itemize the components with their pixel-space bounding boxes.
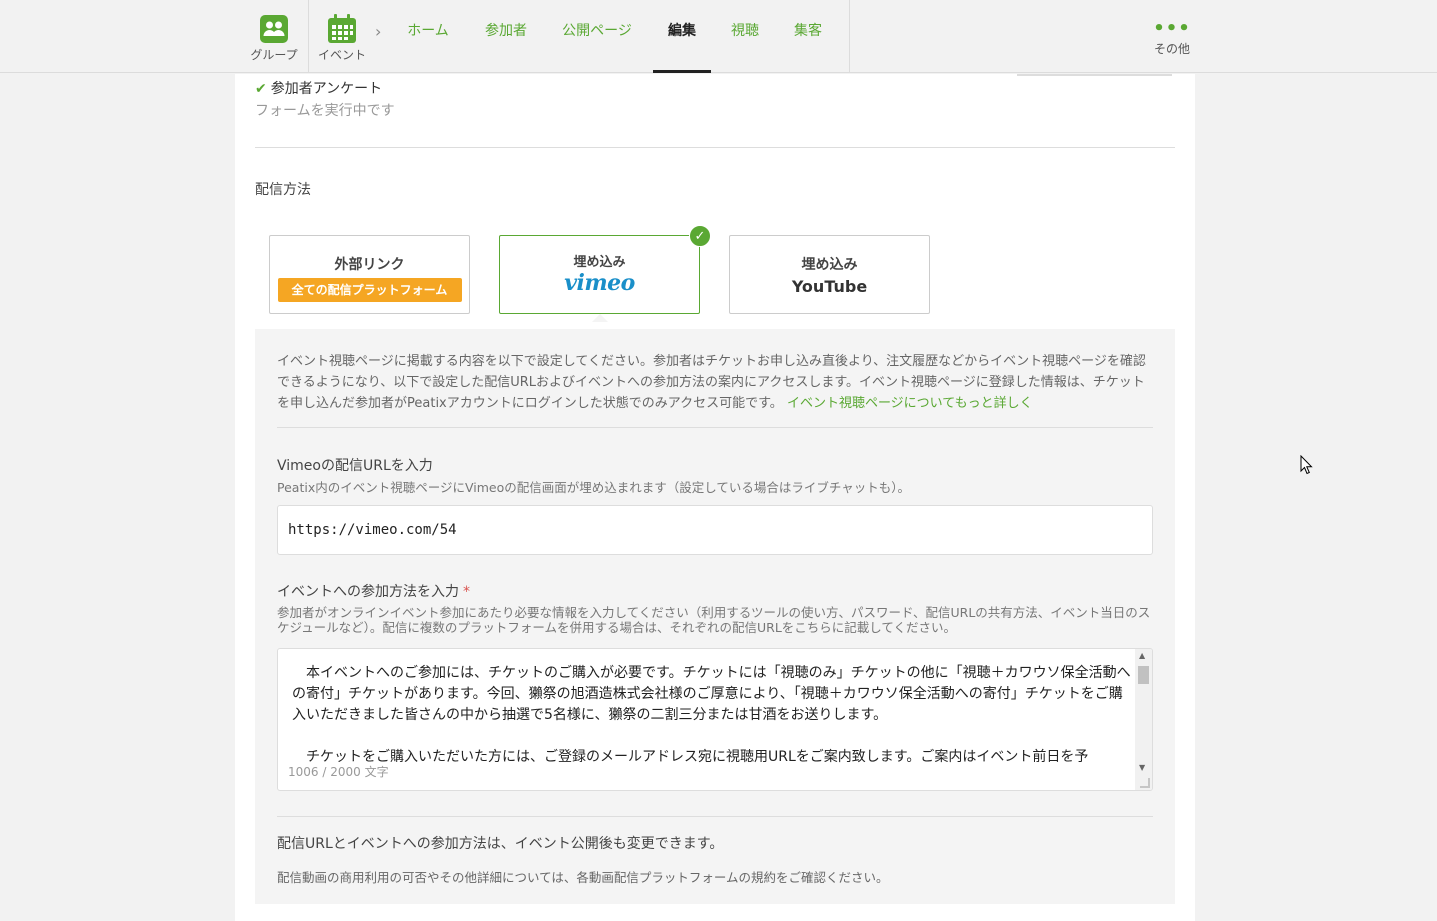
delivery-method-label: 配信方法 [255,182,311,198]
terms-note: 配信動画の商用利用の可否やその他詳細については、各動画配信プラットフォームの規約… [277,870,889,885]
tab-viewing[interactable]: 視聴 [729,0,761,73]
tab-home[interactable]: ホーム [405,0,451,73]
nav-group-button[interactable]: グループ [240,0,309,73]
more-menu-button[interactable]: ••• その他 [1152,18,1192,57]
tab-public-page[interactable]: 公開ページ [560,0,634,73]
divider [277,816,1153,817]
nav-event-button[interactable]: イベント [309,0,375,73]
mouse-cursor-icon [1300,455,1313,475]
selected-check-icon: ✓ [689,225,711,247]
top-navigation: グループ イベント › ホーム 参加者 公開ページ 編集 視聴 集客 ••• そ… [0,0,1437,73]
all-platforms-badge: 全ての配信プラットフォーム [277,278,462,302]
divider [277,427,1153,428]
learn-more-link[interactable]: イベント視聴ページについてもっと詳しく [787,396,1033,411]
survey-row: ✔ 参加者アンケート [255,78,382,98]
calendar-icon [328,14,356,43]
chevron-right-icon: › [375,22,382,41]
textarea-scrollbar[interactable]: ▲ ▼ [1135,649,1152,790]
nav-event-label: イベント [317,48,366,62]
selected-pointer [592,314,608,322]
nav-divider [849,0,850,73]
scroll-thumb[interactable] [1138,666,1149,684]
check-icon: ✔ [255,81,267,97]
url-field-help: Peatix内のイベント視聴ページにVimeoの配信画面が埋め込まれます（設定し… [277,480,910,495]
join-method-help: 参加者がオンラインイベント参加にあたり必要な情報を入力してください（利用するツー… [277,605,1151,635]
nav-inner: グループ イベント › ホーム 参加者 公開ページ 編集 視聴 集客 ••• そ… [240,0,1195,73]
join-method-textarea[interactable]: 本イベントへのご参加には、チケットのご購入が必要です。チケットには「視聴のみ」チ… [277,648,1153,791]
button-edge [1017,74,1172,76]
join-method-label-text: イベントへの参加方法を入力 [277,584,459,600]
textarea-content: 本イベントへのご参加には、チケットのご購入が必要です。チケットには「視聴のみ」チ… [292,663,1132,768]
tab-marketing[interactable]: 集客 [792,0,824,73]
intro-text: イベント視聴ページに掲載する内容を以下で設定してください。参加者はチケットお申し… [277,351,1153,414]
option-embed-vimeo-title: 埋め込み [573,255,626,270]
option-embed-vimeo[interactable]: 埋め込み vimeo ✓ [499,225,711,322]
option-embed-youtube-title: 埋め込み [801,257,858,273]
vimeo-logo: vimeo [564,270,635,296]
vimeo-settings-panel: イベント視聴ページに掲載する内容を以下で設定してください。参加者はチケットお申し… [255,329,1175,904]
join-method-label: イベントへの参加方法を入力 * [277,581,470,601]
textarea-paragraph: 本イベントへのご参加には、チケットのご購入が必要です。チケットには「視聴のみ」チ… [292,665,1131,723]
nav-group-label: グループ [250,48,298,62]
editable-note: 配信URLとイベントへの参加方法は、イベント公開後も変更できます。 [277,836,724,852]
url-field-label: Vimeoの配信URLを入力 [277,458,433,474]
textarea-paragraph: チケットをご購入いただいた方には、ご登録のメールアドレス宛に視聴用URLをご案内… [306,749,1089,765]
option-external-link[interactable]: 外部リンク 全ての配信プラットフォーム [269,235,470,314]
more-dots-icon: ••• [1153,18,1191,39]
youtube-logo: YouTube [791,277,868,296]
scroll-up-arrow-icon[interactable]: ▲ [1139,651,1145,660]
resize-grip-icon[interactable] [1140,778,1150,788]
char-count: 1006 / 2000 文字 [288,763,393,780]
scroll-down-arrow-icon[interactable]: ▼ [1139,763,1145,772]
tab-attendees[interactable]: 参加者 [483,0,529,73]
edit-card: ✔ 参加者アンケート フォームを実行中です 配信方法 外部リンク 全ての配信プラッ… [235,74,1195,921]
option-embed-youtube[interactable]: 埋め込み YouTube [729,235,930,314]
survey-title: 参加者アンケート [270,81,383,97]
divider [255,147,1175,148]
group-icon [260,15,288,43]
vimeo-url-input[interactable]: https://vimeo.com/54 [277,505,1153,555]
survey-status: フォームを実行中です [255,103,395,119]
tab-edit[interactable]: 編集 [653,0,711,73]
more-label: その他 [1153,42,1190,56]
option-external-link-title: 外部リンク [334,257,405,273]
required-mark: * [463,584,470,600]
